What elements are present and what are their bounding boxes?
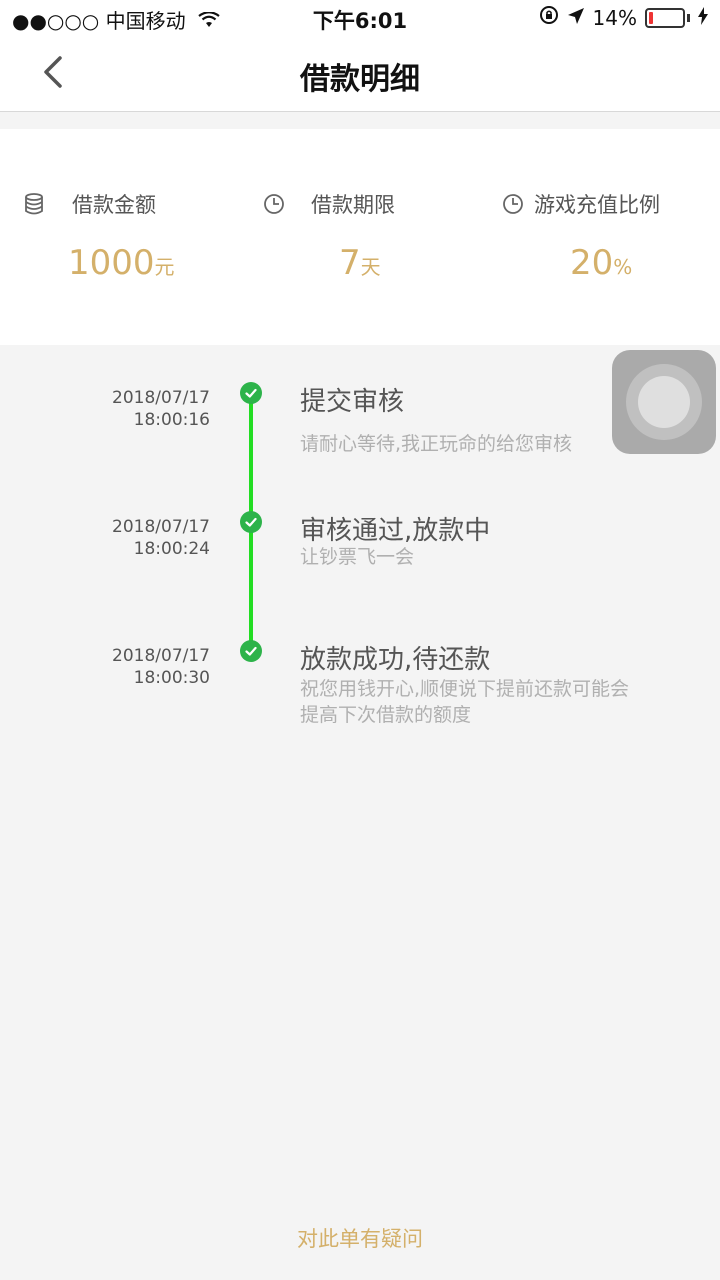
battery-percent: 14% — [592, 5, 637, 30]
loan-amount-unit: 元 — [154, 255, 175, 279]
timeline-connector — [249, 523, 253, 651]
loan-term-unit: 天 — [360, 255, 381, 279]
loan-term: 借款期限 7天 — [263, 189, 503, 283]
timeline-connector — [249, 393, 253, 521]
clock-icon — [264, 194, 284, 214]
battery-tip — [687, 13, 690, 22]
assistive-touch-ring — [626, 364, 702, 440]
status-bar: ●●○○○ 中国移动 下午6:01 14% — [0, 0, 720, 36]
charging-bolt-icon — [698, 6, 708, 30]
loan-amount-number: 1000 — [68, 243, 155, 283]
coins-icon — [25, 193, 43, 215]
recharge-ratio-value: 20% — [570, 243, 720, 283]
check-circle-icon — [240, 511, 262, 533]
loan-amount-label: 借款金额 — [24, 189, 264, 219]
loan-term-label: 借款期限 — [263, 189, 503, 219]
timeline-timestamp: 2018/07/17 18:00:24 — [60, 516, 210, 560]
timeline-time: 18:00:30 — [133, 668, 210, 688]
timeline-timestamp: 2018/07/17 18:00:30 — [60, 645, 210, 689]
page-title: 借款明细 — [300, 62, 420, 97]
recharge-ratio-label-text: 游戏充值比例 — [534, 193, 660, 217]
status-right: 14% — [539, 5, 708, 30]
loan-amount-value: 1000元 — [68, 243, 264, 283]
recharge-ratio: 游戏充值比例 20% — [502, 189, 720, 283]
clock-icon — [503, 194, 523, 214]
loan-summary-card: 借款金额 1000元 借款期限 7天 游戏充值比例 20% — [0, 129, 720, 345]
check-circle-icon — [240, 640, 262, 662]
nav-bar: 借款明细 — [0, 36, 720, 112]
timeline-step-title: 审核通过,放款中 — [300, 516, 491, 546]
recharge-ratio-label: 游戏充值比例 — [502, 189, 720, 219]
timeline-date: 2018/07/17 — [112, 646, 210, 666]
battery-icon — [645, 7, 685, 28]
timeline-step-title: 放款成功,待还款 — [300, 645, 491, 675]
check-circle-icon — [240, 382, 262, 404]
timeline-time: 18:00:24 — [133, 539, 210, 559]
loan-term-label-text: 借款期限 — [311, 193, 395, 217]
recharge-ratio-unit: % — [613, 255, 633, 279]
location-arrow-icon — [567, 6, 585, 30]
timeline-step-desc: 祝您用钱开心,顺便说下提前还款可能会提高下次借款的额度 — [300, 678, 630, 726]
timeline-date: 2018/07/17 — [112, 388, 210, 408]
timeline-step-title: 提交审核 — [300, 387, 405, 417]
timeline-step-desc: 请耐心等待,我正玩命的给您审核 — [300, 433, 573, 455]
timeline-date: 2018/07/17 — [112, 517, 210, 537]
timeline-timestamp: 2018/07/17 18:00:16 — [60, 387, 210, 431]
assistive-touch-core — [638, 376, 690, 428]
rotation-lock-icon — [539, 5, 559, 30]
loan-amount: 借款金额 1000元 — [24, 189, 264, 283]
loan-amount-label-text: 借款金额 — [72, 193, 156, 217]
timeline-time: 18:00:16 — [133, 410, 210, 430]
loan-term-value: 7天 — [339, 243, 503, 283]
question-about-order-link[interactable]: 对此单有疑问 — [0, 1223, 720, 1253]
assistive-touch-button[interactable] — [612, 350, 716, 454]
loan-term-number: 7 — [339, 243, 361, 283]
recharge-ratio-number: 20 — [570, 243, 614, 283]
timeline-step-desc: 让钞票飞一会 — [300, 546, 415, 568]
